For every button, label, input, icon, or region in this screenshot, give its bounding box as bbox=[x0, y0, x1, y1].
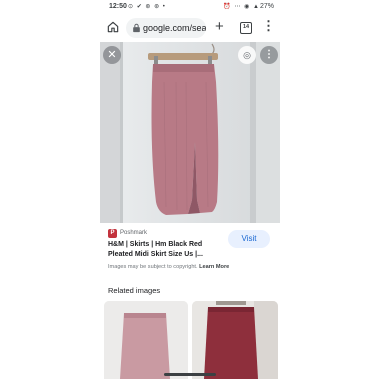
visit-button[interactable]: Visit bbox=[228, 230, 270, 248]
poshmark-favicon-icon: P bbox=[108, 229, 117, 238]
result-title[interactable]: H&M | Skirts | Hm Black Red Pleated Midi… bbox=[108, 240, 223, 260]
lock-icon bbox=[133, 23, 140, 33]
battery-level: 27% bbox=[259, 3, 274, 10]
related-image-thumbnail[interactable] bbox=[192, 301, 278, 379]
learn-more-link[interactable]: Learn More bbox=[199, 264, 229, 270]
url-text: google.com/sea bbox=[143, 23, 206, 33]
more-options-button[interactable]: ⋮ bbox=[260, 46, 278, 64]
address-bar[interactable]: google.com/sea bbox=[126, 18, 206, 38]
browser-toolbar: google.com/sea + 14 ⋮ bbox=[100, 14, 280, 42]
system-icons: ⏰ ⋯ ◉ ▲ bbox=[223, 4, 260, 10]
related-image-thumbnail[interactable] bbox=[104, 301, 188, 379]
vertical-dots-icon[interactable]: ⋮ bbox=[262, 18, 275, 34]
tab-switcher-button[interactable]: 14 bbox=[240, 22, 252, 34]
product-photo[interactable]: ✕ ◎ ⋮ bbox=[100, 42, 280, 223]
lens-icon[interactable]: ◎ bbox=[238, 46, 256, 64]
source-name: Poshmark bbox=[120, 230, 148, 236]
pink-skirt-thumbnail bbox=[104, 301, 188, 379]
skirt-image bbox=[100, 42, 280, 223]
phone-screen: 12:50 ⊙ ✔ ⊛ ⊛ • ⏰ ⋯ ◉ ▲ 27% google.com/s… bbox=[100, 0, 280, 379]
plus-icon[interactable]: + bbox=[215, 19, 224, 35]
home-icon[interactable] bbox=[106, 20, 120, 34]
gesture-navigation-bar[interactable] bbox=[164, 373, 216, 376]
status-time: 12:50 bbox=[109, 3, 127, 10]
copyright-text: Images may be subject to copyright. bbox=[108, 264, 198, 270]
copyright-notice: Images may be subject to copyright. Lear… bbox=[108, 264, 229, 270]
red-skirt-thumbnail bbox=[192, 301, 278, 379]
notification-icons: ⊙ ✔ ⊛ ⊛ • bbox=[128, 4, 166, 10]
close-icon[interactable]: ✕ bbox=[103, 46, 121, 64]
related-images-heading: Related images bbox=[108, 286, 161, 295]
status-bar: 12:50 ⊙ ✔ ⊛ ⊛ • ⏰ ⋯ ◉ ▲ 27% bbox=[100, 0, 280, 14]
